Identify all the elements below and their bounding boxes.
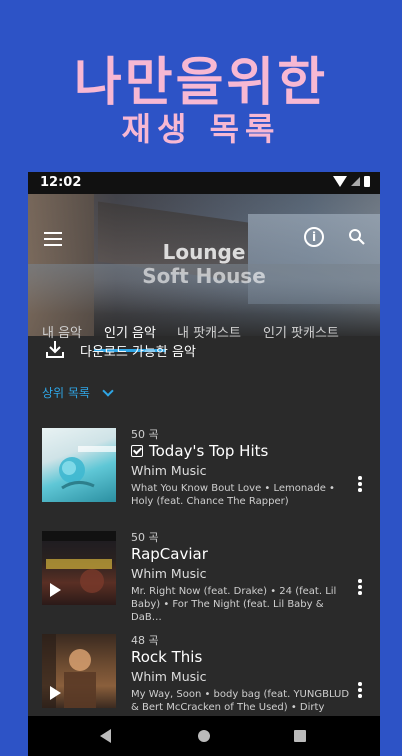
playlist-description: Mr. Right Now (feat. Drake) • 24 (feat. … — [131, 586, 337, 623]
home-icon[interactable] — [198, 730, 210, 742]
menu-icon[interactable] — [44, 232, 62, 246]
download-label: 다운로드 가능한 음악 — [80, 345, 196, 360]
song-count: 48 곡 — [131, 634, 159, 647]
playlist-cover — [42, 531, 116, 605]
play-icon[interactable] — [50, 583, 61, 597]
recents-icon[interactable] — [294, 730, 306, 742]
song-count: 50 곡 — [131, 531, 159, 544]
back-icon[interactable] — [100, 729, 111, 743]
more-options-icon[interactable] — [358, 476, 362, 494]
chevron-down-icon — [102, 384, 114, 397]
playlist-title: Today's Top Hits — [149, 442, 269, 460]
signal-icon — [351, 177, 360, 186]
playlist-cover — [42, 428, 116, 502]
checkbox-icon[interactable] — [131, 445, 143, 457]
search-icon[interactable] — [348, 228, 366, 246]
download-row[interactable]: 다운로드 가능한 음악 — [28, 336, 380, 380]
playlist-item[interactable]: 50 곡 RapCaviar Whim Music Mr. Right Now … — [28, 531, 380, 631]
download-icon — [46, 341, 64, 358]
filter-dropdown[interactable]: 상위 목록 — [42, 384, 114, 401]
more-options-icon[interactable] — [358, 579, 362, 597]
playlist-owner: Whim Music — [131, 463, 207, 478]
playlist-title: Rock This — [131, 648, 203, 666]
hero-subtitle: Soft House — [142, 264, 266, 288]
battery-icon — [364, 176, 370, 187]
phone-screen: 12:02 Lounge Soft House i 내 음악 인기 음악 내 팟… — [28, 172, 380, 756]
playlist-item[interactable]: 50 곡 Today's Top Hits Whim Music What Yo… — [28, 428, 380, 528]
status-time: 12:02 — [40, 175, 82, 190]
playlist-description: What You Know Bout Love • Lemonade • Hol… — [131, 483, 335, 507]
filter-label: 상위 목록 — [42, 386, 90, 400]
playlist-cover — [42, 634, 116, 708]
promo-subtitle: 재생 목록 — [121, 110, 281, 148]
hero-title: Lounge — [162, 240, 246, 264]
more-options-icon[interactable] — [358, 682, 362, 700]
playlist-title: RapCaviar — [131, 545, 208, 563]
info-icon[interactable]: i — [304, 227, 324, 247]
hero-banner[interactable]: Lounge Soft House i 내 음악 인기 음악 내 팟캐스트 인기… — [28, 194, 380, 352]
playlist-owner: Whim Music — [131, 566, 207, 581]
playlist-owner: Whim Music — [131, 669, 207, 684]
song-count: 50 곡 — [131, 428, 159, 441]
status-bar: 12:02 — [28, 172, 380, 194]
system-nav-bar — [28, 716, 380, 756]
playlist-description: My Way, Soon • body bag (feat. YUNGBLUD … — [131, 689, 350, 713]
wifi-icon — [333, 176, 347, 187]
play-icon[interactable] — [50, 686, 61, 700]
